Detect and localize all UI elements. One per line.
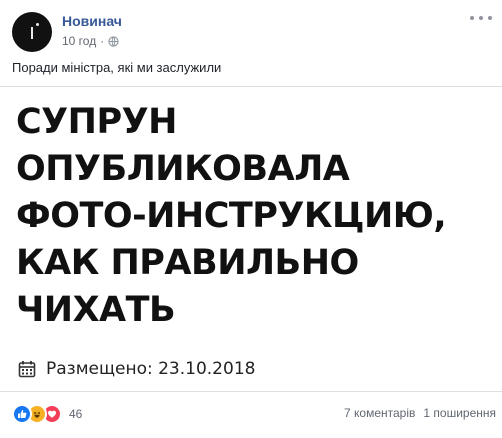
reaction-count: 46 xyxy=(69,407,83,421)
facebook-post: Новинач 10 год · Поради міністра, які ми… xyxy=(0,0,502,438)
image-headline: СУПРУН ОПУБЛИКОВАЛА ФОТО-ИНСТРУКЦИЮ, КАК… xyxy=(16,99,496,334)
comments-count-link[interactable]: 7 коментарів xyxy=(344,406,415,420)
page-avatar[interactable] xyxy=(12,12,52,52)
post-timestamp[interactable]: 10 год xyxy=(62,34,96,48)
headline-line: СУПРУН xyxy=(16,102,177,142)
shares-count-link[interactable]: 1 поширення xyxy=(423,406,496,420)
more-options-icon[interactable] xyxy=(470,12,492,24)
avatar-logo-mark xyxy=(31,27,33,39)
like-icon xyxy=(12,404,32,424)
headline-line: КАК ПРАВИЛЬНО xyxy=(16,243,359,283)
posted-date: Размещено: 23.10.2018 xyxy=(18,359,255,379)
calendar-icon xyxy=(18,361,36,378)
engagement-stats: 7 коментарів 1 поширення xyxy=(344,406,496,420)
avatar-logo-dot xyxy=(36,23,39,26)
globe-icon[interactable] xyxy=(108,35,119,47)
headline-line: ЧИХАТЬ xyxy=(16,290,176,330)
headline-line: ФОТО-ИНСТРУКЦИЮ, xyxy=(16,196,447,236)
posted-text: Размещено: 23.10.2018 xyxy=(46,359,256,379)
meta-separator: · xyxy=(100,34,105,48)
post-meta: 10 год · xyxy=(62,34,119,48)
page-name-link[interactable]: Новинач xyxy=(62,13,122,29)
shared-image[interactable]: СУПРУН ОПУБЛИКОВАЛА ФОТО-ИНСТРУКЦИЮ, КАК… xyxy=(0,86,502,392)
post-caption: Поради міністра, які ми заслужили xyxy=(12,60,222,75)
reactions-summary[interactable]: 46 xyxy=(12,404,82,424)
headline-line: ОПУБЛИКОВАЛА xyxy=(16,149,350,189)
